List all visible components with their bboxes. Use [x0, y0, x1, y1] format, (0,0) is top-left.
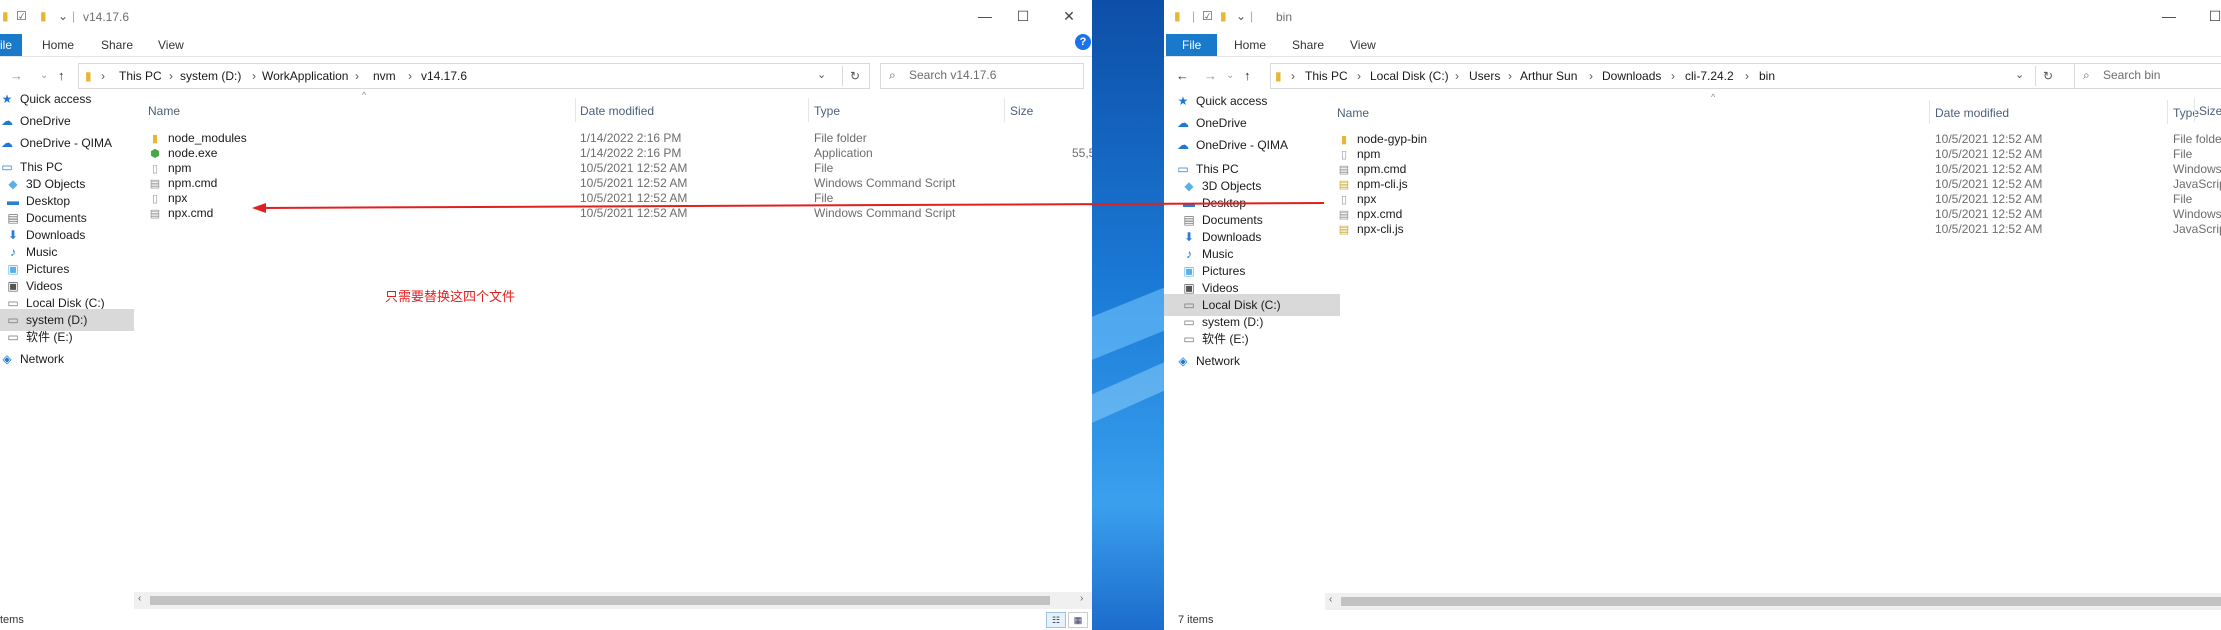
arrow-head [252, 203, 266, 213]
arrow-line [259, 202, 1325, 209]
annotation-arrow [252, 202, 1325, 213]
